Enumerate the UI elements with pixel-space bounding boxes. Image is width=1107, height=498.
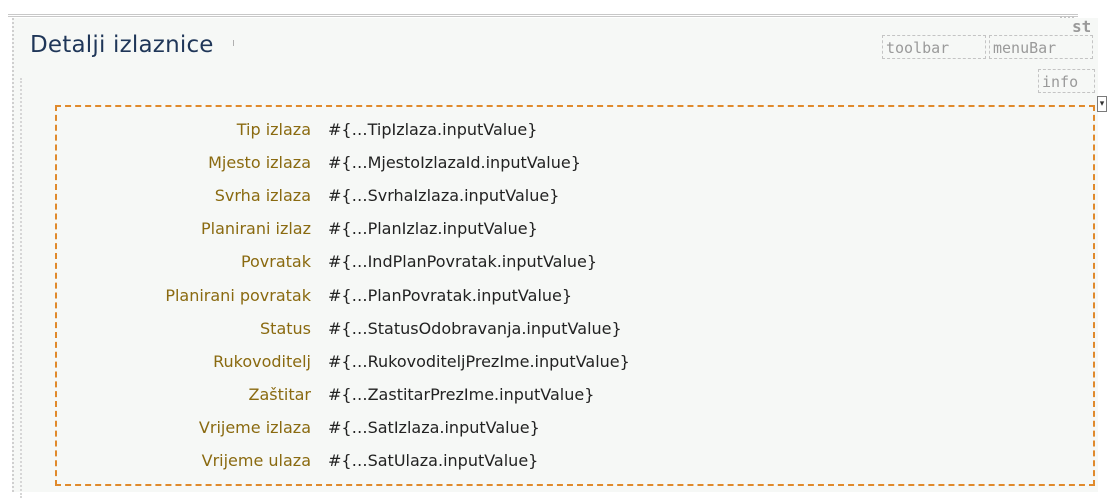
field-value[interactable]: #{…RukovoditeljPrezIme.inputValue} xyxy=(328,345,630,378)
field-value[interactable]: #{…SatIzlaza.inputValue} xyxy=(328,411,540,444)
field-label: Mjesto izlaza xyxy=(208,153,311,172)
field-value[interactable]: #{…ZastitarPrezIme.inputValue} xyxy=(328,378,594,411)
field-value[interactable]: #{…TipIzlaza.inputValue} xyxy=(328,113,537,146)
field-value[interactable]: #{…PlanIzlaz.inputValue} xyxy=(328,212,538,245)
field-label: Vrijeme izlaza xyxy=(198,418,311,437)
field-value[interactable]: #{…MjestoIzlazaId.inputValue} xyxy=(328,146,581,179)
panel-inner-divider xyxy=(20,78,23,498)
panel-title: Detalji izlaznice xyxy=(30,32,214,58)
field-value[interactable]: #{…SvrhaIzlaza.inputValue} xyxy=(328,179,559,212)
form-group-box: Tip izlaza #{…TipIzlaza.inputValue} Mjes… xyxy=(55,105,1095,486)
field-label: Zaštitar xyxy=(248,385,311,404)
status-facet[interactable]: st xyxy=(1072,17,1106,37)
field-label: Planirani povratak xyxy=(165,286,311,305)
menubar-facet[interactable]: menuBar xyxy=(989,35,1093,59)
field-value[interactable]: #{…IndPlanPovratak.inputValue} xyxy=(328,245,597,278)
field-value[interactable]: #{…StatusOdobravanja.inputValue} xyxy=(328,312,622,345)
info-facet[interactable]: info xyxy=(1038,69,1095,93)
dropdown-icon[interactable]: ▾ xyxy=(1097,96,1107,112)
field-label: Svrha izlaza xyxy=(214,186,311,205)
field-label: Status xyxy=(260,319,311,338)
field-label: Povratak xyxy=(240,252,311,271)
field-label: Planirani izlaz xyxy=(200,219,311,238)
field-label: Tip izlaza xyxy=(236,120,311,139)
field-value[interactable]: #{…PlanPovratak.inputValue} xyxy=(328,279,572,312)
title-caret xyxy=(233,40,237,46)
field-label: Vrijeme ulaza xyxy=(201,451,311,470)
field-label: Rukovoditelj xyxy=(213,352,311,371)
field-value[interactable]: #{…SatUlaza.inputValue} xyxy=(328,444,538,477)
toolbar-facet[interactable]: toolbar xyxy=(882,35,986,59)
